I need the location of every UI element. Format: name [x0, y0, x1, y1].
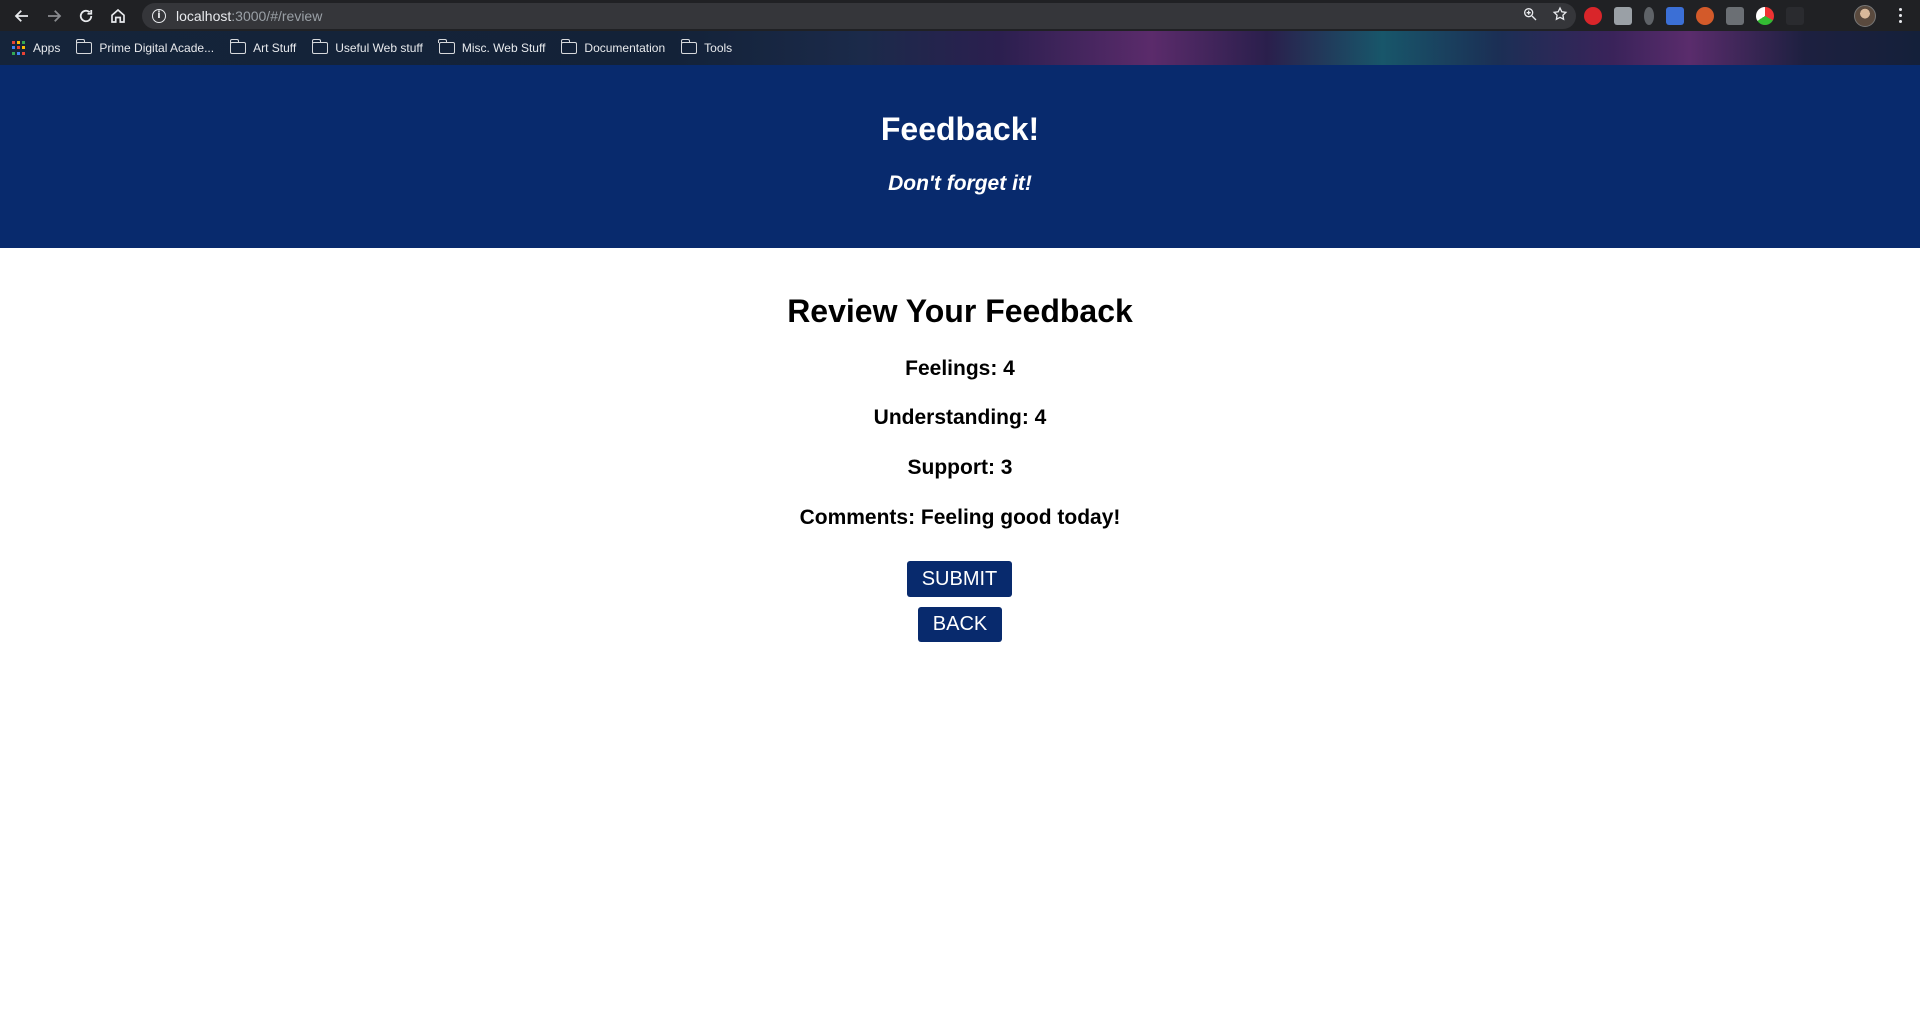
submit-button[interactable]: SUBMIT	[907, 561, 1012, 597]
folder-icon	[229, 39, 247, 54]
review-heading: Review Your Feedback	[787, 293, 1133, 329]
forward-arrow-icon[interactable]	[38, 0, 70, 31]
url-text[interactable]: localhost:3000/#/review	[176, 8, 322, 24]
browser-toolbar: i localhost:3000/#/review	[0, 0, 1920, 31]
bookmark-folder[interactable]: Tools	[680, 39, 732, 55]
extension-gray-icon[interactable]	[1614, 6, 1632, 25]
app-title: Feedback!	[880, 111, 1040, 147]
reload-icon[interactable]	[70, 0, 102, 31]
back-arrow-icon[interactable]	[6, 0, 38, 31]
extension-dark-icon[interactable]	[1786, 6, 1804, 25]
bookmark-folder[interactable]: Useful Web stuff	[311, 39, 423, 55]
address-bar[interactable]: i localhost:3000/#/review	[142, 3, 1576, 29]
bookmark-folder[interactable]: Misc. Web Stuff	[438, 39, 545, 55]
extensions-bar	[1584, 0, 1804, 31]
feelings-value: Feelings: 4	[905, 357, 1015, 380]
app-header: Feedback! Don't forget it!	[0, 65, 1920, 248]
back-button[interactable]: BACK	[918, 607, 1002, 642]
app-subtitle: Don't forget it!	[888, 172, 1032, 195]
extension-orange-icon[interactable]	[1696, 6, 1714, 25]
folder-icon	[311, 39, 329, 54]
bookmarks-bar: Apps Prime Digital Acade... Art Stuff Us…	[0, 31, 1920, 65]
extension-color-icon[interactable]	[1756, 6, 1774, 25]
bookmark-folder[interactable]: Art Stuff	[229, 39, 296, 55]
home-icon[interactable]	[102, 0, 134, 31]
site-info-icon[interactable]: i	[152, 9, 166, 23]
bookmark-folder[interactable]: Prime Digital Acade...	[75, 39, 214, 55]
extension-red-icon[interactable]	[1584, 6, 1602, 25]
understanding-value: Understanding: 4	[873, 406, 1047, 429]
extension-blue-icon[interactable]	[1666, 6, 1684, 25]
folder-icon	[561, 39, 578, 54]
bookmark-star-icon[interactable]	[1552, 5, 1568, 27]
extension-chart-icon[interactable]	[1726, 6, 1744, 25]
folder-icon	[438, 39, 455, 54]
bookmark-folder[interactable]: Documentation	[561, 39, 665, 55]
bookmark-apps[interactable]: Apps	[12, 41, 60, 55]
browser-menu-icon[interactable]	[1890, 0, 1910, 31]
zoom-icon[interactable]	[1522, 6, 1538, 27]
profile-avatar[interactable]	[1854, 5, 1876, 27]
apps-grid-icon	[12, 41, 26, 55]
comments-value: Comments: Feeling good today!	[799, 506, 1121, 529]
extension-dot-icon[interactable]	[1644, 6, 1654, 25]
support-value: Support: 3	[907, 456, 1013, 479]
folder-icon	[75, 39, 93, 54]
folder-icon	[680, 39, 698, 54]
